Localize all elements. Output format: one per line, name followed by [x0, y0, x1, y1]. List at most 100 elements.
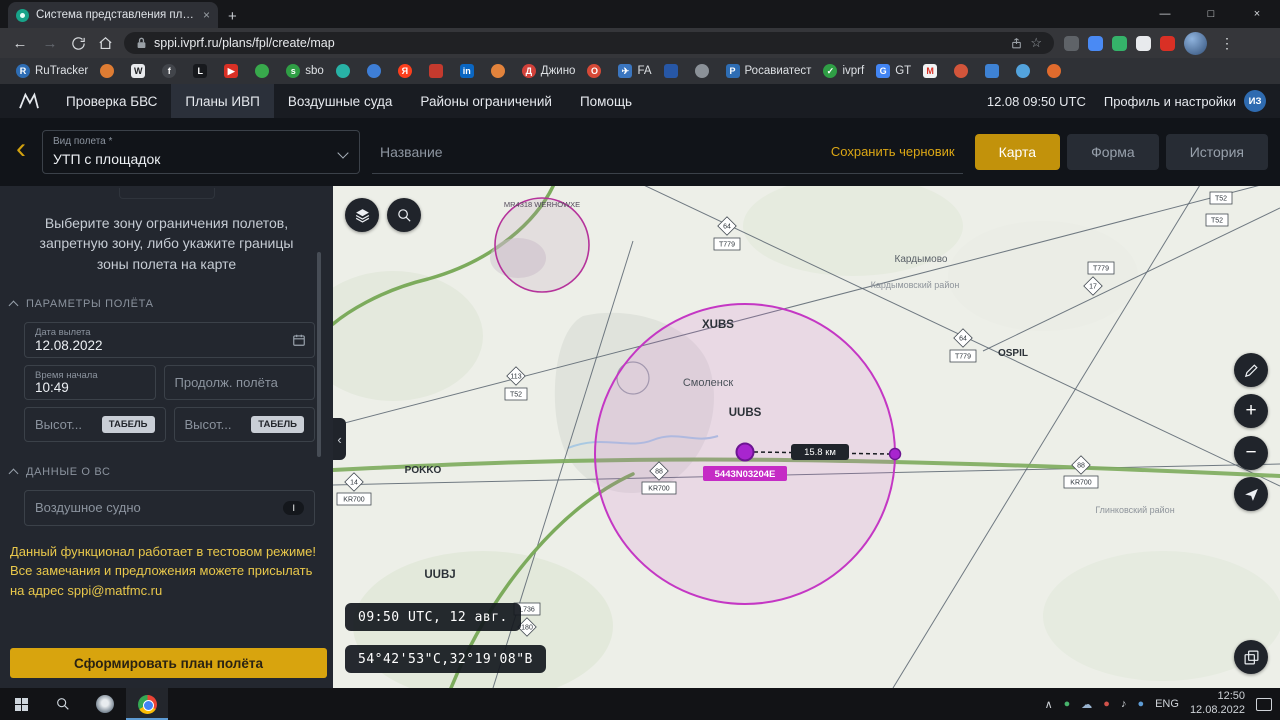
bookmark-item[interactable]: M	[917, 64, 948, 78]
bookmark-item[interactable]: Р Росавиатест	[720, 64, 818, 78]
bookmark-label: Росавиатест	[745, 65, 812, 77]
bookmark-item[interactable]	[658, 64, 689, 78]
zone-center-handle[interactable]	[737, 444, 754, 461]
bookmark-item[interactable]: s sbo	[280, 64, 330, 78]
bookmark-item[interactable]: ▶	[218, 64, 249, 78]
sidebar-collapse-button[interactable]: ‹	[333, 418, 346, 460]
locate-button[interactable]	[1234, 477, 1268, 511]
basemap-switch-button[interactable]	[1234, 640, 1268, 674]
tray-icon[interactable]: ●	[1137, 698, 1144, 710]
aircraft-section-header[interactable]: ДАННЫЕ О ВС	[10, 466, 317, 478]
address-bar[interactable]: sppi.ivprf.ru/plans/fpl/create/map ☆	[124, 32, 1054, 54]
nav-item-check-bvs[interactable]: Проверка БВС	[52, 84, 171, 118]
bookmark-item[interactable]	[689, 64, 720, 78]
app-logo-icon[interactable]	[6, 84, 52, 118]
bookmark-item[interactable]	[94, 64, 125, 78]
taskbar-chrome-button[interactable]	[126, 688, 168, 720]
bookmark-item[interactable]: L	[187, 64, 218, 78]
nav-item-plans-ivp[interactable]: Планы ИВП	[171, 84, 273, 118]
tray-icon[interactable]: ∧	[1045, 698, 1053, 711]
departure-date-field[interactable]: Дата вылета 12.08.2022	[24, 322, 315, 358]
tray-icon[interactable]: ●	[1064, 698, 1071, 710]
window-minimize-button[interactable]: —	[1142, 0, 1188, 28]
zoom-out-button[interactable]: −	[1234, 436, 1268, 470]
tray-icon[interactable]: ☁	[1081, 698, 1092, 711]
flight-params-section-header[interactable]: ПАРАМЕТРЫ ПОЛЁТА	[10, 298, 317, 310]
tab-close-icon[interactable]: ×	[203, 8, 210, 22]
airway-badge: 14	[345, 473, 363, 491]
bookmark-item[interactable]: in	[454, 64, 485, 78]
create-flight-plan-button[interactable]: Сформировать план полёта	[10, 648, 327, 678]
map-canvas[interactable]: 64 T779 T52 T52 64 T779 T779 17 113 T52 …	[333, 186, 1280, 688]
min-altitude-field[interactable]: Высот... ТАБЕЛЬ	[24, 407, 166, 442]
back-button[interactable]: ‹	[12, 134, 30, 170]
bookmark-item[interactable]	[485, 64, 516, 78]
history-view-button[interactable]: История	[1166, 134, 1268, 170]
bookmark-item[interactable]: ✓ ivprf	[817, 64, 870, 78]
bookmark-item[interactable]	[330, 64, 361, 78]
bookmark-favicon	[664, 64, 678, 78]
bookmark-item[interactable]: Я	[392, 64, 423, 78]
bookmark-item[interactable]: W	[125, 64, 156, 78]
map-view-button[interactable]: Карта	[975, 134, 1060, 170]
browser-menu-icon[interactable]: ⋮	[1216, 35, 1238, 52]
tabel-button[interactable]: ТАБЕЛЬ	[102, 416, 155, 433]
reload-icon[interactable]	[70, 35, 87, 52]
start-button[interactable]	[0, 688, 42, 720]
bookmark-item[interactable]	[1041, 64, 1072, 78]
bookmark-item[interactable]: Д Джино	[516, 64, 582, 78]
bookmark-item[interactable]	[979, 64, 1010, 78]
new-tab-button[interactable]: +	[228, 8, 237, 25]
notification-center-icon[interactable]	[1256, 698, 1272, 711]
language-indicator[interactable]: ENG	[1155, 698, 1179, 710]
calendar-icon[interactable]	[292, 333, 306, 347]
zone-radius-handle[interactable]	[890, 449, 901, 460]
bookmark-item[interactable]: ✈ FA	[612, 64, 657, 78]
layers-button[interactable]	[345, 198, 379, 232]
extension-icon[interactable]	[1088, 36, 1103, 51]
taskbar-clock[interactable]: 12:50 12.08.2022	[1190, 690, 1245, 718]
window-maximize-button[interactable]: □	[1188, 0, 1234, 28]
bookmark-item[interactable]	[249, 64, 280, 78]
bookmark-item[interactable]: f	[156, 64, 187, 78]
extension-icon[interactable]	[1064, 36, 1079, 51]
extension-icon[interactable]	[1112, 36, 1127, 51]
bookmark-item[interactable]	[1010, 64, 1041, 78]
plan-name-input[interactable]: Название Сохранить черновик	[372, 130, 963, 174]
map-search-button[interactable]	[387, 198, 421, 232]
save-draft-link[interactable]: Сохранить черновик	[831, 144, 955, 159]
share-icon[interactable]	[1010, 37, 1023, 50]
extension-icon[interactable]	[1160, 36, 1175, 51]
form-view-button[interactable]: Форма	[1067, 134, 1159, 170]
bookmark-item[interactable]	[361, 64, 392, 78]
browser-tab[interactable]: Система представления планов ×	[8, 2, 218, 28]
draw-button[interactable]	[1234, 353, 1268, 387]
browser-back-button[interactable]: ←	[10, 35, 30, 52]
taskbar-app-button[interactable]	[84, 688, 126, 720]
nav-item-aircraft[interactable]: Воздушные суда	[274, 84, 407, 118]
bookmark-item[interactable]: R RuTracker	[10, 64, 94, 78]
bookmark-star-icon[interactable]: ☆	[1030, 35, 1042, 51]
bookmark-item[interactable]	[948, 64, 979, 78]
tray-icon[interactable]: ♪	[1121, 698, 1127, 710]
zoom-in-button[interactable]: +	[1234, 394, 1268, 428]
max-altitude-field[interactable]: Высот... ТАБЕЛЬ	[174, 407, 316, 442]
tabel-button[interactable]: ТАБЕЛЬ	[251, 416, 304, 433]
duration-field[interactable]: Продолж. полёта	[164, 365, 316, 400]
sidebar-scrollbar[interactable]	[317, 252, 321, 457]
aircraft-select-field[interactable]: Воздушное судно I	[24, 490, 315, 526]
window-close-button[interactable]: ×	[1234, 0, 1280, 28]
start-time-field[interactable]: Время начала 10:49	[24, 365, 156, 400]
nav-item-restriction-areas[interactable]: Районы ограничений	[406, 84, 566, 118]
nav-item-help[interactable]: Помощь	[566, 84, 646, 118]
bookmark-item[interactable]: O	[581, 64, 612, 78]
tray-icon[interactable]: ●	[1103, 698, 1110, 710]
taskbar-search-button[interactable]	[42, 688, 84, 720]
extension-icon[interactable]	[1136, 36, 1151, 51]
bookmark-item[interactable]: G GT	[870, 64, 917, 78]
flight-type-select[interactable]: Вид полета * УТП с площадок	[42, 130, 360, 174]
bookmark-item[interactable]	[423, 64, 454, 78]
profile-avatar[interactable]	[1184, 32, 1207, 55]
profile-settings-link[interactable]: Профиль и настройки ИЗ	[1104, 90, 1266, 112]
home-icon[interactable]	[97, 35, 114, 52]
